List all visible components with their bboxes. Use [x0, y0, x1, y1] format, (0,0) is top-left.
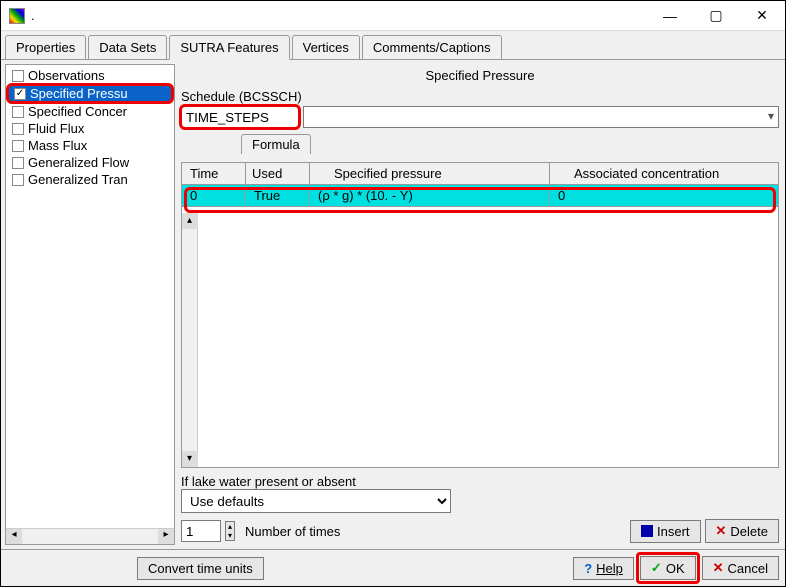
lake-select[interactable]: Use defaults — [181, 489, 451, 513]
checkbox-icon[interactable] — [12, 123, 24, 135]
data-table: Time Used Specified pressure Associated … — [181, 162, 779, 468]
tab-comments[interactable]: Comments/Captions — [362, 35, 502, 59]
insert-icon — [641, 525, 653, 537]
dialog-window: . — ▢ ✕ Properties Data Sets SUTRA Featu… — [0, 0, 786, 587]
tree-item-fluid-flux[interactable]: Fluid Flux — [6, 120, 174, 137]
cell-pressure[interactable]: (ρ * g) * (10. - Y) — [310, 185, 550, 206]
spin-up-icon[interactable]: ▴ — [226, 522, 234, 531]
tab-bar: Properties Data Sets SUTRA Features Vert… — [1, 31, 785, 59]
bottom-controls: If lake water present or absent Use defa… — [181, 468, 779, 545]
ok-button[interactable]: ✓OK — [640, 556, 696, 580]
schedule-input[interactable] — [181, 106, 299, 128]
cancel-button[interactable]: ✕Cancel — [702, 556, 779, 580]
maximize-button[interactable]: ▢ — [693, 1, 739, 31]
tree-item-gen-flow[interactable]: Generalized Flow — [6, 154, 174, 171]
cell-conc[interactable]: 0 — [550, 185, 778, 206]
app-icon — [9, 8, 25, 24]
window-title: . — [31, 8, 35, 23]
cell-time[interactable]: 0 — [182, 185, 246, 206]
ntimes-label: Number of times — [245, 524, 340, 539]
tree-item-specified-conc[interactable]: Specified Concer — [6, 103, 174, 120]
convert-time-units-button[interactable]: Convert time units — [137, 557, 264, 580]
checkbox-icon[interactable] — [12, 140, 24, 152]
tree-item-gen-tran[interactable]: Generalized Tran — [6, 171, 174, 188]
table-row[interactable]: 0 True (ρ * g) * (10. - Y) 0 — [182, 185, 778, 207]
check-icon: ✓ — [651, 560, 662, 576]
close-button[interactable]: ✕ — [739, 1, 785, 31]
checkbox-icon[interactable]: ✓ — [14, 88, 26, 100]
feature-tree: Observations ✓Specified Pressu Specified… — [5, 64, 175, 545]
col-used: Used — [246, 163, 310, 184]
checkbox-icon[interactable] — [12, 70, 24, 82]
delete-button[interactable]: ✕Delete — [705, 519, 779, 543]
tree-item-mass-flux[interactable]: Mass Flux — [6, 137, 174, 154]
col-time: Time — [182, 163, 246, 184]
minimize-button[interactable]: — — [647, 1, 693, 31]
tree-item-specified-pressure[interactable]: ✓Specified Pressu — [8, 85, 172, 102]
table-vscroll[interactable]: ▴▾ — [182, 213, 198, 467]
checkbox-icon[interactable] — [12, 157, 24, 169]
insert-button[interactable]: Insert — [630, 520, 701, 543]
titlebar: . — ▢ ✕ — [1, 1, 785, 31]
tab-sutra-features[interactable]: SUTRA Features — [169, 35, 289, 60]
ntimes-input[interactable] — [181, 520, 221, 542]
tree-item-observations[interactable]: Observations — [6, 67, 174, 84]
help-button[interactable]: ?Help — [573, 557, 634, 580]
tab-data-sets[interactable]: Data Sets — [88, 35, 167, 59]
col-pressure: Specified pressure — [310, 163, 550, 184]
question-icon: ? — [584, 561, 592, 576]
body: Observations ✓Specified Pressu Specified… — [1, 59, 785, 549]
footer: Convert time units ?Help ✓OK ✕Cancel — [1, 549, 785, 586]
checkbox-icon[interactable] — [12, 174, 24, 186]
schedule-label: Schedule (BCSSCH) — [181, 89, 779, 104]
right-panel: Specified Pressure Schedule (BCSSCH) For… — [177, 60, 785, 549]
col-conc: Associated concentration — [550, 163, 778, 184]
tree-hscroll[interactable]: ◂▸ — [6, 528, 174, 544]
x-icon: ✕ — [713, 560, 724, 576]
table-header: Time Used Specified pressure Associated … — [182, 163, 778, 185]
checkbox-icon[interactable] — [12, 106, 24, 118]
tab-properties[interactable]: Properties — [5, 35, 86, 59]
x-icon: ✕ — [716, 523, 727, 539]
panel-heading: Specified Pressure — [181, 64, 779, 89]
cell-used[interactable]: True — [246, 185, 310, 206]
schedule-dropdown[interactable] — [303, 106, 779, 128]
lake-label: If lake water present or absent — [181, 474, 779, 489]
spin-down-icon[interactable]: ▾ — [226, 531, 234, 540]
tab-formula[interactable]: Formula — [241, 134, 311, 154]
tab-vertices[interactable]: Vertices — [292, 35, 360, 59]
